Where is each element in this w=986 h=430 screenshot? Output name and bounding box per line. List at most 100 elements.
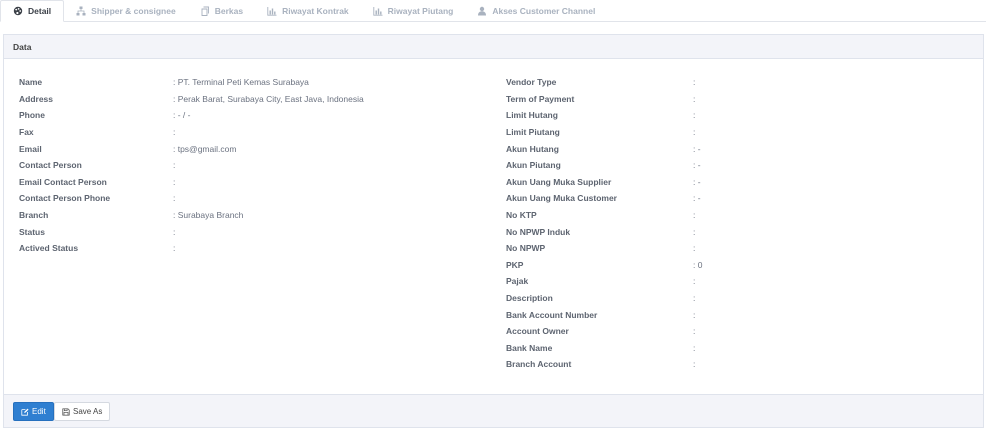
tab-label: Berkas — [214, 5, 244, 16]
field-value: : - — [693, 160, 701, 171]
field-row: Actived Status: — [19, 240, 499, 257]
field-value: : — [693, 127, 696, 138]
tab-akses-customer-channel[interactable]: Akses Customer Channel — [465, 0, 607, 21]
field-value: : — [173, 226, 176, 237]
field-value: : — [693, 243, 696, 254]
field-label: No KTP — [506, 210, 537, 221]
field-row: Pajak: — [506, 273, 976, 290]
field-row: Limit Hutang: — [506, 107, 976, 124]
field-row: Status: — [19, 223, 499, 240]
tab-label: Akses Customer Channel — [492, 5, 596, 16]
tab-berkas[interactable]: Berkas — [188, 0, 255, 21]
field-label: Address — [19, 93, 54, 104]
field-row: Email: tps@gmail.com — [19, 140, 499, 157]
tab-riwayat-piutang[interactable]: Riwayat Piutang — [361, 0, 466, 21]
field-row: Vendor Type: — [506, 74, 976, 91]
sitemap-icon — [76, 6, 86, 15]
field-value: : tps@gmail.com — [173, 143, 237, 154]
field-value: : — [693, 326, 696, 337]
field-row: Contact Person Phone: — [19, 190, 499, 207]
field-row: Address : Perak Barat, Surabaya City, Eas… — [19, 91, 499, 108]
field-row: No NPWP: — [506, 240, 976, 257]
field-label: Akun Hutang — [506, 143, 559, 154]
left-field-column: Name: PT. Terminal Peti Kemas Surabaya Ad… — [19, 74, 499, 257]
field-row: Branch : Surabaya Branch — [19, 207, 499, 224]
field-value: : — [173, 193, 176, 204]
field-row: Name: PT. Terminal Peti Kemas Surabaya — [19, 74, 499, 91]
field-row: Email Contact Person: — [19, 174, 499, 191]
form-footer: Edit Save As — [3, 395, 984, 428]
field-label: Branch Account — [506, 359, 572, 370]
tab-label: Shipper & consignee — [91, 5, 176, 16]
field-value: : Perak Barat, Surabaya City, East Java,… — [173, 93, 364, 104]
field-label: Vendor Type — [506, 77, 557, 88]
field-value: : — [693, 342, 696, 353]
field-value: : — [693, 293, 696, 304]
field-value: : — [173, 243, 176, 254]
field-label: Bank Name — [506, 342, 553, 353]
field-value: : — [173, 176, 176, 187]
field-label: Akun Piutang — [506, 160, 561, 171]
field-label: Email Contact Person — [19, 176, 107, 187]
field-label: PKP — [506, 259, 524, 270]
save-as-button[interactable]: Save As — [54, 402, 111, 421]
field-label: Description — [506, 293, 553, 304]
field-row: Description: — [506, 290, 976, 307]
field-label: Actived Status — [19, 243, 79, 254]
edit-button[interactable]: Edit — [13, 402, 54, 421]
field-row: Contact Person: — [19, 157, 499, 174]
field-row: Account Owner: — [506, 323, 976, 340]
field-label: Akun Uang Muka Customer — [506, 193, 617, 204]
field-value: : Surabaya Branch — [173, 210, 244, 221]
tab-shipper-consignee[interactable]: Shipper & consignee — [64, 0, 188, 21]
field-row: Bank Account Number: — [506, 306, 976, 323]
field-row: Limit Piutang: — [506, 124, 976, 141]
field-value: : — [693, 359, 696, 370]
field-row: Phone : - / - — [19, 107, 499, 124]
field-row: No KTP: — [506, 207, 976, 224]
field-value: : — [693, 226, 696, 237]
field-value: : - — [693, 176, 701, 187]
field-label: Contact Person — [19, 160, 82, 171]
field-value: : — [173, 127, 176, 138]
field-label: No NPWP Induk — [506, 226, 571, 237]
save-icon — [62, 407, 70, 416]
field-label: Limit Hutang — [506, 110, 558, 121]
field-row: Akun Hutang: - — [506, 140, 976, 157]
field-label: Branch — [19, 210, 49, 221]
field-label: Status — [19, 226, 45, 237]
tab-riwayat-kontrak[interactable]: Riwayat Kontrak — [255, 0, 361, 21]
field-row: Fax: — [19, 124, 499, 141]
field-label: Akun Uang Muka Supplier — [506, 176, 612, 187]
palette-icon — [13, 6, 23, 16]
field-value: : — [693, 276, 696, 287]
tab-label: Riwayat Piutang — [387, 5, 454, 16]
field-value: : PT. Terminal Peti Kemas Surabaya — [173, 77, 309, 88]
field-value: : — [693, 309, 696, 320]
field-label: Fax — [19, 127, 34, 138]
right-field-column: Vendor Type: Term of Payment: Limit Hutang… — [506, 74, 976, 373]
field-label: Account Owner — [506, 326, 569, 337]
field-value: : — [693, 110, 696, 121]
field-value: : — [173, 160, 176, 171]
field-label: Contact Person Phone — [19, 193, 111, 204]
tab-bar: Detail Shipper & consignee Berkas Riwaya… — [0, 0, 986, 22]
bar-chart-icon — [373, 6, 383, 16]
field-row: Akun Piutang : - — [506, 157, 976, 174]
field-label: Term of Payment — [506, 93, 575, 104]
field-value: : - / - — [173, 110, 191, 121]
field-label: Bank Account Number — [506, 309, 598, 320]
field-label: Phone — [19, 110, 45, 121]
bar-chart-icon — [267, 6, 277, 16]
field-label: Pajak — [506, 276, 529, 287]
field-row: No NPWP Induk: — [506, 223, 976, 240]
field-value: : — [693, 77, 696, 88]
field-row: Branch Account: — [506, 356, 976, 373]
data-panel: Data Name: PT. Terminal Peti Kemas Surab… — [3, 34, 984, 395]
field-row: Akun Uang Muka Supplier : - — [506, 174, 976, 191]
field-label: Limit Piutang — [506, 127, 560, 138]
files-icon — [201, 6, 209, 16]
tab-label: Riwayat Kontrak — [282, 5, 349, 16]
tab-detail[interactable]: Detail — [0, 0, 65, 22]
user-icon — [478, 6, 487, 15]
